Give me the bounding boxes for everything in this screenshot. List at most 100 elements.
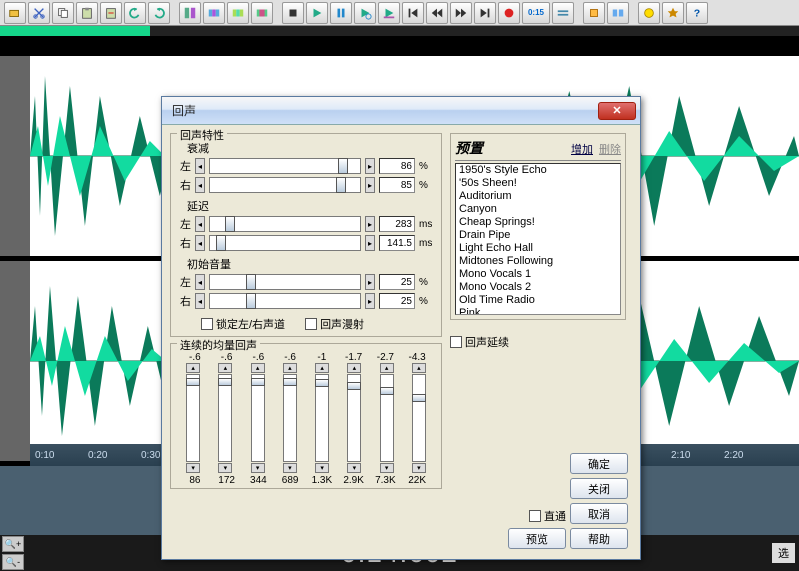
decay-r-slider[interactable] <box>209 177 361 193</box>
delay-r-value[interactable]: 141.5 <box>379 235 415 251</box>
decay-r-inc[interactable]: ▸ <box>365 177 375 193</box>
tb-redo-icon[interactable] <box>148 2 170 24</box>
selection-strip[interactable] <box>0 26 799 36</box>
eq-6-dn[interactable]: ▾ <box>347 463 361 473</box>
tb-trim-icon[interactable] <box>203 2 225 24</box>
eq-1-up[interactable]: ▴ <box>186 363 200 373</box>
tb-record-icon[interactable] <box>498 2 520 24</box>
preset-item[interactable]: Canyon <box>456 203 620 216</box>
eq-6-up[interactable]: ▴ <box>347 363 361 373</box>
eq-5-slider[interactable] <box>315 374 329 462</box>
lock-lr-checkbox[interactable]: 锁定左/右声道 <box>201 316 285 332</box>
tb-ffwd-icon[interactable] <box>450 2 472 24</box>
tb-convert-icon[interactable] <box>583 2 605 24</box>
eq-2-dn[interactable]: ▾ <box>218 463 232 473</box>
tb-goto-icon[interactable]: 0:15 <box>522 2 550 24</box>
help-button[interactable]: 帮助 <box>570 528 628 549</box>
zoom-out-button[interactable]: 🔍- <box>2 554 24 570</box>
tb-help-icon[interactable]: ? <box>686 2 708 24</box>
tb-split-icon[interactable] <box>179 2 201 24</box>
preset-item[interactable]: Pink <box>456 307 620 315</box>
tb-paste-icon[interactable] <box>76 2 98 24</box>
eq-2-slider[interactable] <box>218 374 232 462</box>
preset-item[interactable]: Old Time Radio <box>456 294 620 307</box>
preset-item[interactable]: Mono Vocals 1 <box>456 268 620 281</box>
preset-item[interactable]: '50s Sheen! <box>456 177 620 190</box>
eq-4-up[interactable]: ▴ <box>283 363 297 373</box>
eq-3-slider[interactable] <box>251 374 265 462</box>
delay-r-inc[interactable]: ▸ <box>365 235 375 251</box>
preset-add-link[interactable]: 增加 <box>571 141 593 157</box>
eq-7-slider[interactable] <box>380 374 394 462</box>
delay-l-slider[interactable] <box>209 216 361 232</box>
preset-del-link[interactable]: 删除 <box>599 141 621 157</box>
eq-3-up[interactable]: ▴ <box>251 363 265 373</box>
tb-playrange-icon[interactable] <box>378 2 400 24</box>
tb-playloop-icon[interactable] <box>354 2 376 24</box>
preset-item[interactable]: 1950's Style Echo <box>456 164 620 177</box>
decay-r-value[interactable]: 85 <box>379 177 415 193</box>
echo-continue-checkbox[interactable]: 回声延续 <box>450 334 626 350</box>
eq-2-up[interactable]: ▴ <box>218 363 232 373</box>
init-r-inc[interactable]: ▸ <box>365 293 375 309</box>
delay-r-slider[interactable] <box>209 235 361 251</box>
tb-copy-icon[interactable] <box>52 2 74 24</box>
tb-toend-icon[interactable] <box>474 2 496 24</box>
eq-4-dn[interactable]: ▾ <box>283 463 297 473</box>
init-l-slider[interactable] <box>209 274 361 290</box>
eq-8-slider[interactable] <box>412 374 426 462</box>
init-r-slider[interactable] <box>209 293 361 309</box>
cancel-button[interactable]: 取消 <box>570 503 628 524</box>
preset-item[interactable]: Light Echo Hall <box>456 242 620 255</box>
eq-8-dn[interactable]: ▾ <box>412 463 426 473</box>
init-r-dec[interactable]: ◂ <box>195 293 205 309</box>
eq-5-up[interactable]: ▴ <box>315 363 329 373</box>
init-l-dec[interactable]: ◂ <box>195 274 205 290</box>
dialog-titlebar[interactable]: 回声 ✕ <box>162 97 640 125</box>
decay-l-dec[interactable]: ◂ <box>195 158 205 174</box>
eq-8-up[interactable]: ▴ <box>412 363 426 373</box>
tb-rewind-icon[interactable] <box>426 2 448 24</box>
tb-open-icon[interactable] <box>4 2 26 24</box>
decay-l-slider[interactable] <box>209 158 361 174</box>
eq-7-up[interactable]: ▴ <box>380 363 394 373</box>
decay-r-dec[interactable]: ◂ <box>195 177 205 193</box>
tb-pause-icon[interactable] <box>330 2 352 24</box>
tb-undo-icon[interactable] <box>124 2 146 24</box>
tb-cut-icon[interactable] <box>28 2 50 24</box>
tb-range1-icon[interactable] <box>227 2 249 24</box>
tb-opts-icon[interactable] <box>662 2 684 24</box>
eq-1-slider[interactable] <box>186 374 200 462</box>
preset-item[interactable]: Mono Vocals 2 <box>456 281 620 294</box>
zoom-in-button[interactable]: 🔍+ <box>2 536 24 552</box>
eq-6-slider[interactable] <box>347 374 361 462</box>
preset-list[interactable]: 1950's Style Echo '50s Sheen! Auditorium… <box>455 163 621 315</box>
delay-r-dec[interactable]: ◂ <box>195 235 205 251</box>
init-r-value[interactable]: 25 <box>379 293 415 309</box>
decay-l-inc[interactable]: ▸ <box>365 158 375 174</box>
decay-l-value[interactable]: 86 <box>379 158 415 174</box>
preset-item[interactable]: Cheap Springs! <box>456 216 620 229</box>
passthrough-checkbox[interactable]: 直通 <box>529 508 566 524</box>
eq-1-dn[interactable]: ▾ <box>186 463 200 473</box>
eq-5-dn[interactable]: ▾ <box>315 463 329 473</box>
init-l-inc[interactable]: ▸ <box>365 274 375 290</box>
tb-tostart-icon[interactable] <box>402 2 424 24</box>
preset-item[interactable]: Drain Pipe <box>456 229 620 242</box>
echo-diffuse-checkbox[interactable]: 回声漫射 <box>305 316 364 332</box>
eq-4-slider[interactable] <box>283 374 297 462</box>
tb-settings-icon[interactable] <box>607 2 629 24</box>
init-l-value[interactable]: 25 <box>379 274 415 290</box>
eq-7-dn[interactable]: ▾ <box>380 463 394 473</box>
preset-item[interactable]: Midtones Following <box>456 255 620 268</box>
eq-3-dn[interactable]: ▾ <box>251 463 265 473</box>
tb-mixpaste-icon[interactable] <box>100 2 122 24</box>
delay-l-dec[interactable]: ◂ <box>195 216 205 232</box>
close-icon[interactable]: ✕ <box>598 102 636 120</box>
close-button[interactable]: 关闭 <box>570 478 628 499</box>
preset-item[interactable]: Auditorium <box>456 190 620 203</box>
delay-l-value[interactable]: 283 <box>379 216 415 232</box>
tb-fx-icon[interactable] <box>638 2 660 24</box>
tb-play-icon[interactable] <box>306 2 328 24</box>
tb-range2-icon[interactable] <box>251 2 273 24</box>
